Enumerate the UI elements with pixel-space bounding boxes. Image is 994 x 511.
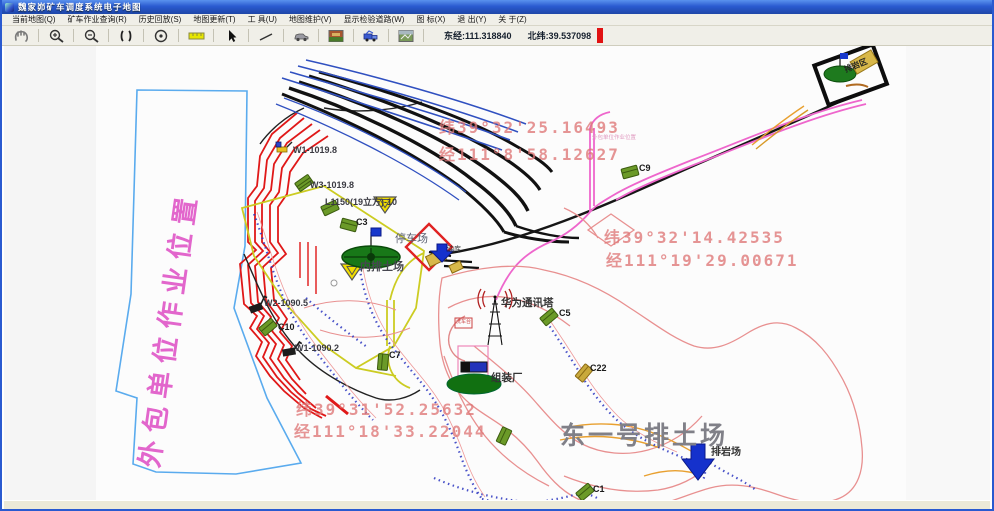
truck-dispatch-icon[interactable]: [358, 27, 384, 44]
measure-scale-icon[interactable]: [183, 27, 209, 44]
window-title: 魏家峁矿车调度系统电子地图: [18, 1, 142, 13]
menu-about[interactable]: 关 于(Z): [492, 14, 532, 25]
fit-extent-icon[interactable]: [113, 27, 139, 44]
label-c10: C10: [278, 323, 295, 332]
label-wash-station: 洗车台: [456, 320, 471, 325]
menu-exit[interactable]: 退 出(Y): [451, 14, 492, 25]
center-point-icon[interactable]: [148, 27, 174, 44]
status-bar: [4, 500, 990, 509]
label-inner-dump: 内排土场: [360, 262, 404, 273]
vehicle-icon[interactable]: [288, 27, 314, 44]
label-w3: W3-1019.8: [310, 181, 354, 190]
menu-history-playback[interactable]: 历史回放(S): [133, 14, 188, 25]
mini-excavator-icon: [276, 142, 292, 152]
road-node: [331, 280, 337, 286]
label-c3: C3: [356, 218, 368, 227]
label-parking: 停车场: [395, 234, 428, 245]
menu-map-maintain[interactable]: 地图维护(V): [283, 14, 338, 25]
menu-show-check-road[interactable]: 显示检验道路(W): [338, 14, 411, 25]
label-w1-lower: W1-1090.2: [295, 344, 339, 353]
assembly-plant-icons[interactable]: [447, 346, 501, 394]
label-rock-dump: 排岩场: [711, 448, 741, 458]
draw-line-icon[interactable]: [253, 27, 279, 44]
app-window: 魏家峁矿车调度系统电子地图 当前地图(Q) 矿车作业查询(R) 历史回放(S) …: [0, 0, 994, 511]
coord-annotation-3-lat: 纬39°31'52.25632: [296, 402, 477, 418]
label-fuel-depot: 油库: [447, 246, 461, 253]
title-bar[interactable]: 魏家峁矿车调度系统电子地图: [2, 0, 992, 14]
menu-current-map[interactable]: 当前地图(Q): [6, 14, 62, 25]
menu-bar: 当前地图(Q) 矿车作业查询(R) 历史回放(S) 地图更新(T) 工 具(U)…: [2, 14, 992, 26]
menu-map-update[interactable]: 地图更新(T): [187, 14, 241, 25]
red-bench-contours: [240, 113, 348, 418]
menu-truck-query[interactable]: 矿车作业查询(R): [62, 14, 133, 25]
label-w1-upper: W1-1019.8: [293, 146, 337, 155]
label-c1: C1: [593, 485, 605, 494]
coord-annotation-1-lng: 经111°8'58.12627: [439, 147, 620, 163]
label-l1150: L1150(19立方)-10: [325, 198, 397, 207]
longitude-readout: 东经:111.318840: [444, 29, 512, 42]
label-c7: C7: [389, 351, 401, 360]
app-icon: [5, 3, 14, 12]
label-w2: W2-1090.5: [264, 299, 308, 308]
label-c9: C9: [639, 164, 651, 173]
rock-dump-area-group[interactable]: [814, 46, 887, 105]
label-outsource-small: 外包单位作业位置: [592, 136, 636, 142]
coord-annotation-3-lng: 经111°18'33.22044: [294, 424, 487, 440]
label-east-no1-dump: 东一号排土场: [560, 424, 728, 449]
map-canvas[interactable]: 外包单位作业位置 纬39°32'25.16493 经111°8'58.12627…: [4, 46, 990, 500]
menu-icons[interactable]: 图 标(X): [410, 14, 451, 25]
latitude-readout: 北纬:39.537098: [528, 29, 592, 42]
coord-annotation-1-lat: 纬39°32'25.16493: [439, 120, 620, 136]
pan-hand-icon[interactable]: [8, 27, 34, 44]
label-c5: C5: [559, 309, 571, 318]
label-c22: C22: [590, 364, 607, 373]
label-huawei-tower: 华为通讯塔: [501, 298, 554, 309]
zoom-out-icon[interactable]: [78, 27, 104, 44]
text-caret: [597, 28, 603, 43]
coord-annotation-2-lat: 纬39°32'14.42535: [604, 230, 785, 246]
select-arrow-icon[interactable]: [218, 27, 244, 44]
zoom-in-icon[interactable]: [43, 27, 69, 44]
coord-annotation-2-lng: 经111°19'29.00671: [606, 253, 799, 269]
map-edit-icon[interactable]: [323, 27, 349, 44]
map-refresh-icon[interactable]: [393, 27, 419, 44]
menu-tools[interactable]: 工 具(U): [242, 14, 283, 25]
label-assembly-plant: 组装厂: [491, 373, 523, 384]
tool-bar: 东经:111.318840 北纬:39.537098: [2, 26, 992, 46]
